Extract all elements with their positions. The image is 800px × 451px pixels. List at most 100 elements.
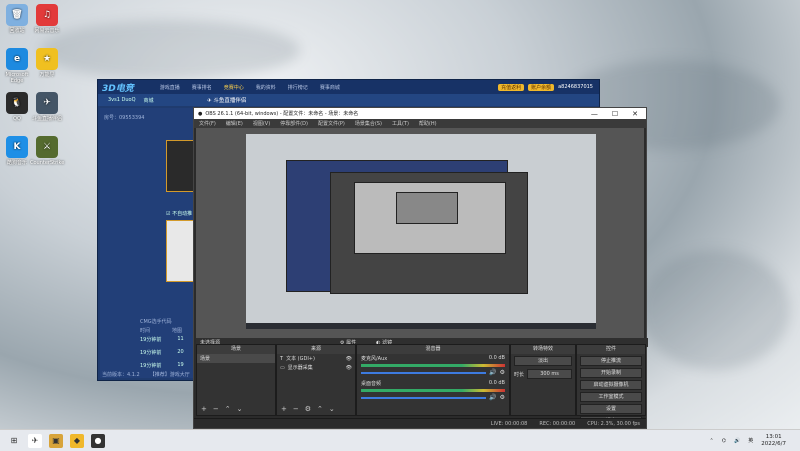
obs-preview[interactable] (196, 128, 644, 340)
menu-item[interactable]: 帮助(H) (419, 120, 437, 127)
eye-icon[interactable]: 👁 (346, 356, 352, 362)
col-map: 地图 (172, 328, 183, 334)
mixer-channel: 桌面音频 0.0 dB 🔊 ⚙ (361, 380, 505, 401)
move-down-button[interactable]: ⌄ (329, 405, 335, 413)
desktop-icon-label: 酷狗音乐 (6, 160, 27, 166)
add-source-button[interactable]: + (281, 405, 287, 413)
preview-canvas (246, 134, 596, 329)
table-row[interactable]: 19分钟前 11 (140, 336, 184, 343)
menu-item[interactable]: 场景集合(S) (355, 120, 382, 127)
taskbar-app-douyu-icon[interactable]: ✈ (28, 433, 42, 448)
desktop-icon[interactable]: e Microsoft Edge (0, 48, 34, 84)
nav-item[interactable]: 我的资料 (256, 84, 276, 91)
volume-icon[interactable]: 🔊 (734, 438, 740, 444)
scenes-tools: + − ⌃ ⌄ (201, 405, 243, 413)
windows-start-icon[interactable]: ⊞ (7, 434, 21, 448)
desktop-icon[interactable]: K 酷狗音乐 (0, 136, 34, 166)
user-id[interactable]: a8246837015 (558, 84, 593, 91)
scene-item[interactable]: 场景 (197, 354, 275, 363)
duration-input[interactable]: 300 ms (527, 369, 572, 379)
taskbar-app-game-icon[interactable]: ◆ (70, 433, 84, 448)
taskbar-app-obs-icon[interactable]: ● (91, 433, 105, 448)
nav-item[interactable]: 赛事商城 (320, 84, 340, 91)
mixer-channels: 麦克风/Aux 0.0 dB 🔊 ⚙ 桌面音频 0.0 dB 🔊 ⚙ (357, 354, 509, 406)
history-table: 19分钟前 11 19分钟前 20 19分钟前 19 (140, 336, 184, 375)
chevron-up-icon[interactable]: ⌃ (709, 438, 713, 444)
control-button[interactable]: 停止推流 (580, 356, 642, 366)
desktop-icon[interactable]: 🐧 QQ (0, 92, 34, 122)
control-buttons: 停止推流开始录制启动虚拟摄像机工作室模式设置退出 (577, 356, 645, 426)
add-scene-button[interactable]: + (201, 405, 207, 413)
network-icon[interactable]: ⌬ (722, 438, 726, 444)
room-number: 房号：09553394 (104, 115, 145, 121)
auto-checkbox[interactable]: ☑ 不自动推 (166, 210, 192, 217)
desktop-icon[interactable]: ✈ 斗鱼直播伴侣 (30, 92, 64, 122)
duration-row: 时长 300 ms (511, 368, 575, 380)
volume-slider[interactable] (361, 371, 487, 374)
ime-icon[interactable]: 英 (748, 437, 753, 444)
menu-item[interactable]: 文件(F) (199, 120, 216, 127)
sources-tools: + − ⚙ ⌃ ⌄ (281, 405, 335, 413)
mute-icon[interactable]: 🔊 (489, 394, 496, 401)
table-row[interactable]: 19分钟前 20 (140, 349, 184, 356)
remove-scene-button[interactable]: − (213, 405, 219, 413)
recharge-button[interactable]: 充值返利 (498, 83, 525, 91)
eye-icon[interactable]: 👁 (346, 365, 352, 371)
control-button[interactable]: 工作室模式 (580, 392, 642, 402)
desktop-icon[interactable]: ★ 万能导 (30, 48, 64, 78)
minimize-button[interactable]: — (591, 110, 598, 118)
channel-name: 麦克风/Aux (361, 356, 388, 362)
desktop-icon[interactable]: ♫ 网易云音乐 (30, 4, 64, 34)
tab-shop[interactable]: 商城 (144, 97, 154, 104)
menu-item[interactable]: 视图(V) (253, 120, 270, 127)
sources-title: 来源 (277, 345, 355, 354)
table-cell: 19分钟前 (140, 337, 162, 343)
app-status-bar: 当前版本：4.1.2 【推荐】游戏大厅 (102, 371, 190, 378)
menu-item[interactable]: 工具(T) (392, 120, 409, 127)
nav-item[interactable]: 赛事排名 (192, 84, 212, 91)
tab-mode[interactable]: 3vs1 DuoQ (108, 97, 136, 103)
table-row[interactable]: 19分钟前 19 (140, 362, 184, 369)
wallpaper-texture (40, 20, 300, 80)
app-icon: K (6, 136, 28, 158)
controls-title: 控件 (577, 345, 645, 354)
source-item[interactable]: T 文本 (GDI+) 👁 (277, 354, 355, 363)
move-up-button[interactable]: ⌃ (317, 405, 323, 413)
move-down-button[interactable]: ⌄ (237, 405, 243, 413)
auto-checkbox-label: 不自动推 (172, 211, 193, 217)
balance-button[interactable]: 账户余额 (528, 83, 555, 91)
source-settings-icon[interactable]: ⚙ (305, 405, 311, 413)
mixer-channel: 麦克风/Aux 0.0 dB 🔊 ⚙ (361, 355, 505, 376)
mute-icon[interactable]: 🔊 (489, 369, 496, 376)
nav-item[interactable]: 竞赛中心 (224, 84, 244, 91)
desktop-icon[interactable]: 🗑 回收站 (0, 4, 34, 34)
desktop-icon[interactable]: ⚔ CounterStrike (30, 136, 64, 166)
clock[interactable]: 13:01 2022/6/7 (761, 434, 786, 448)
close-button[interactable]: ✕ (632, 110, 638, 118)
nav-item[interactable]: 游戏直播 (160, 84, 180, 91)
nested-taskbar (246, 323, 596, 329)
gear-icon[interactable]: ⚙ (500, 394, 505, 401)
source-item[interactable]: ▭ 显示器采集 👁 (277, 363, 355, 372)
app-icon: ♫ (36, 4, 58, 26)
move-up-button[interactable]: ⌃ (225, 405, 231, 413)
text-icon: T (280, 355, 284, 362)
obs-window[interactable]: ● OBS 26.1.1 (64-bit, windows) - 配置文件：未命… (193, 107, 648, 429)
taskbar-app-folder-icon[interactable]: ▣ (49, 433, 63, 448)
menu-item[interactable]: 编辑(E) (226, 120, 243, 127)
volume-slider[interactable] (361, 396, 487, 399)
nav-item[interactable]: 排行榜记 (288, 84, 308, 91)
control-button[interactable]: 启动虚拟摄像机 (580, 380, 642, 390)
table-cell: 19分钟前 (140, 363, 162, 369)
col-time: 时间 (140, 328, 151, 334)
control-button[interactable]: 设置 (580, 404, 642, 414)
maximize-button[interactable]: ☐ (612, 110, 618, 118)
menu-item[interactable]: 配置文件(P) (318, 120, 345, 127)
obs-title-text: OBS 26.1.1 (64-bit, windows) - 配置文件：未命名 … (205, 111, 359, 117)
gear-icon[interactable]: ⚙ (500, 369, 505, 376)
lobby-link[interactable]: 【推荐】游戏大厅 (150, 371, 190, 378)
transition-select[interactable]: 淡出 (514, 356, 572, 366)
menu-item[interactable]: 停靠部件(D) (280, 120, 308, 127)
control-button[interactable]: 开始录制 (580, 368, 642, 378)
remove-source-button[interactable]: − (293, 405, 299, 413)
